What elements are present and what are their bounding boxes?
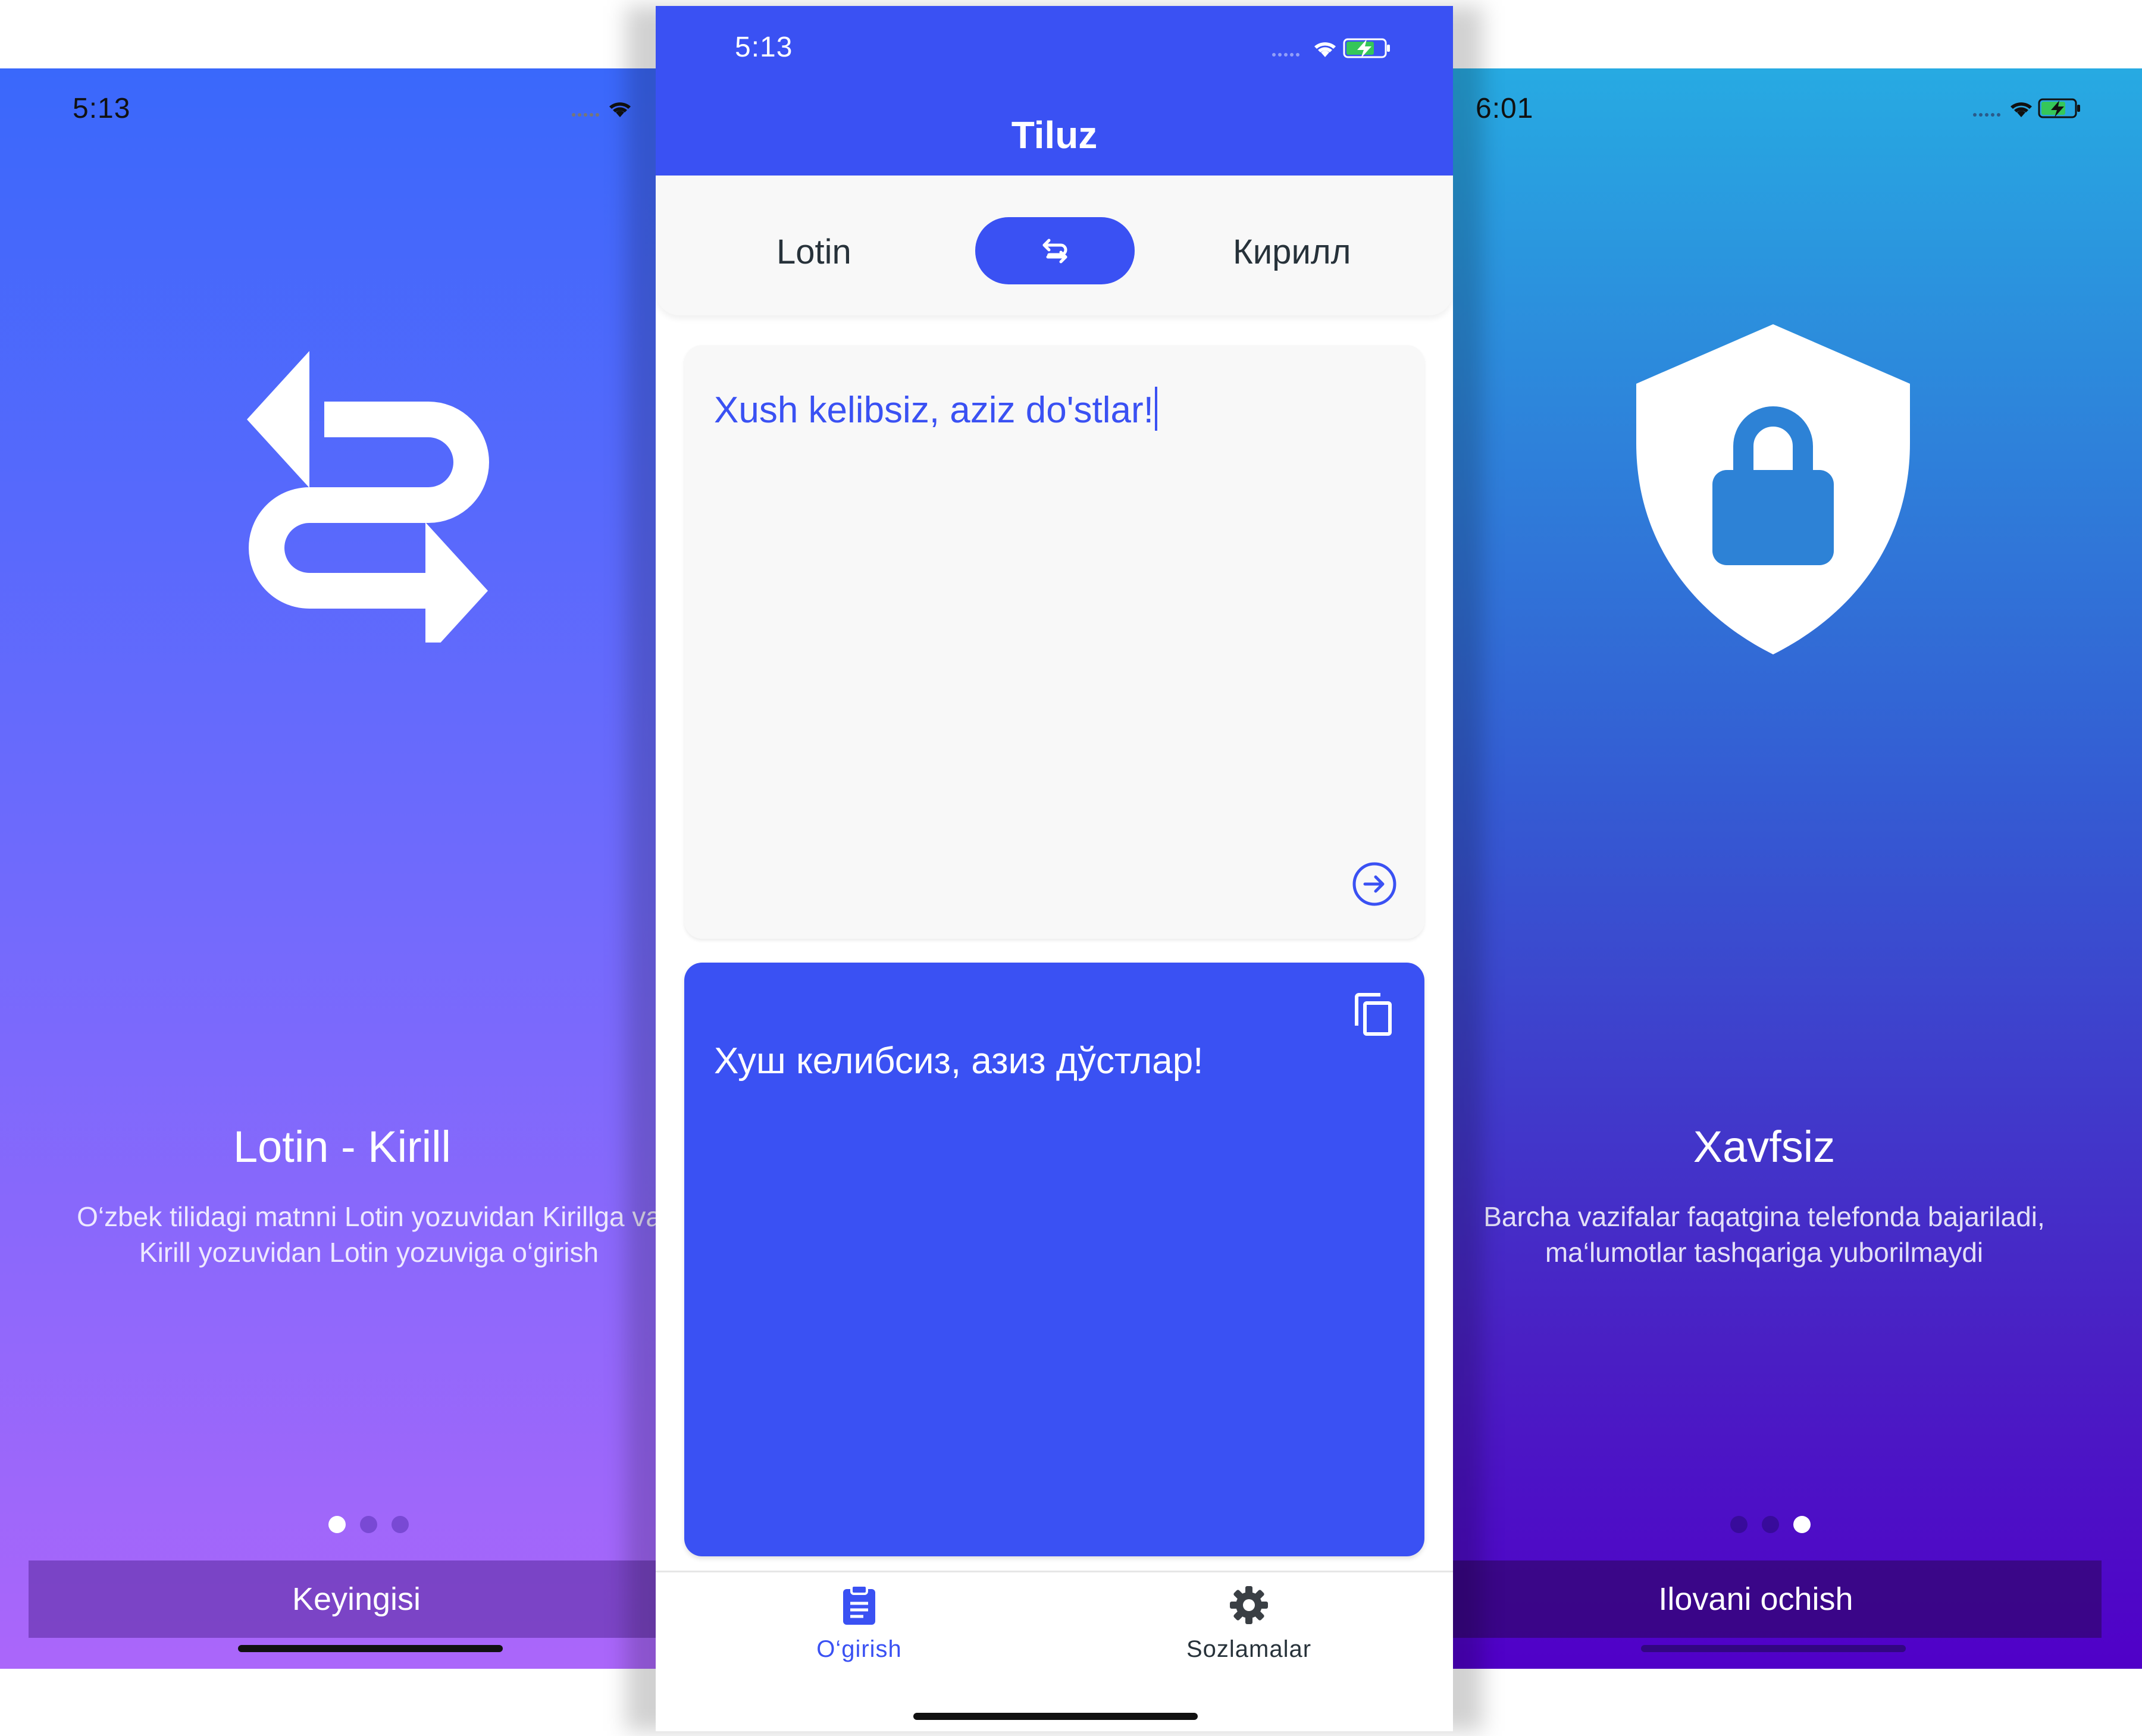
language-selector: Lotin Кирилл bbox=[656, 176, 1453, 315]
home-indicator bbox=[1641, 1645, 1906, 1652]
battery-charging-icon bbox=[1343, 38, 1390, 58]
bottom-tab-bar: O‘girish Sozlamalar bbox=[656, 1571, 1453, 1731]
status-bar-icons bbox=[1972, 96, 2109, 123]
gear-icon bbox=[1230, 1586, 1268, 1624]
tab-label: O‘girish bbox=[816, 1636, 902, 1662]
onboarding-title: Xavfsiz bbox=[1693, 1122, 1836, 1171]
description-line: ma‘lumotlar tashqariga yuborilmaydi bbox=[1545, 1237, 1984, 1268]
description-line: Barcha vazifalar faqatgina telefonda baj… bbox=[1483, 1201, 2045, 1232]
source-language-label[interactable]: Lotin bbox=[776, 232, 851, 272]
copy-icon[interactable] bbox=[1353, 992, 1393, 1036]
description-line: O‘zbek tilidagi matnni Lotin yozuvidan K… bbox=[77, 1201, 661, 1232]
next-button[interactable]: Keyingisi bbox=[29, 1560, 684, 1638]
swap-languages-button[interactable] bbox=[975, 217, 1135, 284]
swap-icon bbox=[1042, 239, 1067, 263]
app-header: 5:13 Tiluz bbox=[656, 6, 1453, 176]
page-dot[interactable] bbox=[392, 1516, 409, 1533]
page-dot[interactable] bbox=[1730, 1516, 1748, 1533]
tab-settings[interactable]: Sozlamalar bbox=[1130, 1584, 1368, 1663]
home-indicator bbox=[238, 1645, 503, 1652]
input-card[interactable]: Xush kelibsiz, aziz do'stlar! bbox=[684, 345, 1424, 939]
status-time: 5:13 bbox=[735, 32, 793, 63]
description-line: Kirill yozuvidan Lotin yozuviga o‘girish bbox=[139, 1237, 599, 1268]
text-caret bbox=[1154, 387, 1157, 431]
open-app-button[interactable]: Ilovani ochish bbox=[1422, 1560, 2102, 1638]
wifi-icon bbox=[2011, 102, 2032, 117]
wifi-icon bbox=[1314, 42, 1336, 57]
page-indicator bbox=[328, 1516, 409, 1533]
source-text-input[interactable]: Xush kelibsiz, aziz do'stlar! bbox=[714, 387, 1157, 431]
battery-charging-icon bbox=[2038, 98, 2080, 118]
swap-arrows-icon bbox=[247, 339, 491, 659]
page-dot[interactable] bbox=[360, 1516, 377, 1533]
onboarding-description: O‘zbek tilidagi matnni Lotin yozuvidan K… bbox=[0, 1199, 684, 1270]
status-time: 6:01 bbox=[1476, 93, 1534, 124]
tab-label: Sozlamalar bbox=[1186, 1636, 1312, 1662]
shield-lock-icon bbox=[1636, 324, 1910, 657]
tab-translate[interactable]: O‘girish bbox=[740, 1584, 978, 1663]
source-text: Xush kelibsiz, aziz do'stlar! bbox=[714, 390, 1154, 431]
status-bar-icons bbox=[1272, 36, 1414, 62]
target-language-label[interactable]: Кирилл bbox=[1233, 232, 1351, 272]
app-title: Tiluz bbox=[1011, 114, 1098, 156]
page-dot-active[interactable] bbox=[328, 1516, 346, 1533]
arrow-right-circle-icon[interactable] bbox=[1351, 860, 1398, 908]
page-dot[interactable] bbox=[1762, 1516, 1779, 1533]
translate-screen: 5:13 Tiluz Lotin Кирилл Xush kelibsiz, a… bbox=[656, 6, 1453, 1731]
onboarding-title: Lotin - Kirill bbox=[233, 1122, 451, 1171]
page-indicator bbox=[1730, 1516, 1811, 1533]
output-card: Хуш келибсиз, азиз дўстлар! bbox=[684, 963, 1424, 1556]
onboarding-screen-translate: 5:13 Lotin - Kirill O‘zbek tilidagi matn… bbox=[0, 68, 684, 1669]
onboarding-screen-secure: 6:01 Xavfsiz Barcha vazifalar faqatgina … bbox=[1422, 68, 2142, 1669]
onboarding-description: Barcha vazifalar faqatgina telefonda baj… bbox=[1422, 1199, 2124, 1270]
translated-text: Хуш келибсиз, азиз дўстлар! bbox=[714, 1041, 1204, 1082]
clipboard-icon bbox=[843, 1584, 875, 1625]
page-dot-active[interactable] bbox=[1793, 1516, 1811, 1533]
status-time: 5:13 bbox=[73, 93, 131, 124]
home-indicator bbox=[913, 1713, 1198, 1720]
